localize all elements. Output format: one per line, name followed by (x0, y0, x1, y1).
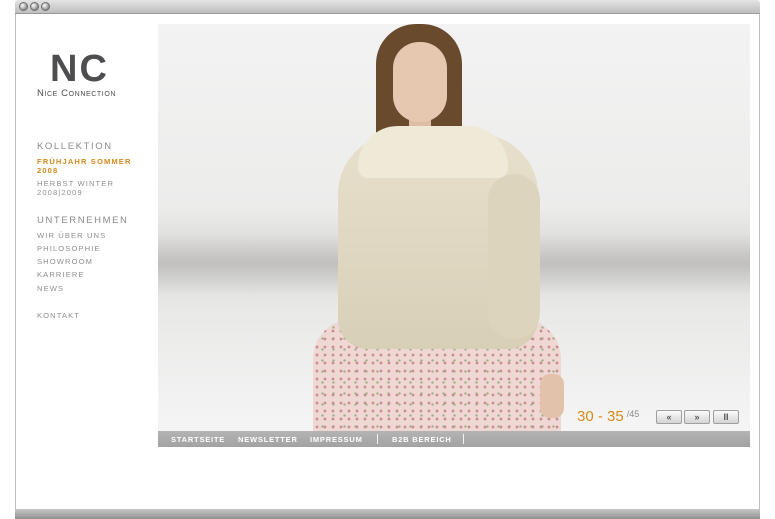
nav-heading-unternehmen[interactable]: UNTERNEHMEN (37, 215, 129, 226)
nav-item-karriere[interactable]: KARRIERE (37, 270, 85, 279)
logo-mark[interactable]: NC (50, 50, 130, 88)
window-close-button[interactable] (19, 2, 28, 11)
nav-item-news[interactable]: NEWS (37, 284, 64, 293)
window-zoom-button[interactable] (41, 2, 50, 11)
window-bottom-bar (15, 509, 760, 519)
footer-divider (377, 434, 378, 444)
nav-item-label: 2008 (37, 166, 59, 175)
nav-item-wir-ueber-uns[interactable]: WIR ÜBER UNS (37, 231, 106, 240)
image-range: 30 - 35 (577, 408, 624, 425)
nav-item-philosophie[interactable]: PHILOSOPHIE (37, 244, 101, 253)
window-minimize-button[interactable] (30, 2, 39, 11)
image-counter: 30 - 35/45 (577, 408, 639, 426)
nav-item-label: HERBST WINTER (37, 179, 115, 188)
jacket-collar (358, 126, 508, 178)
pause-button[interactable]: II (713, 410, 739, 424)
footer-link-impressum[interactable]: IMPRESSUM (310, 435, 363, 444)
nav-item-showroom[interactable]: SHOWROOM (37, 257, 93, 266)
next-button[interactable]: » (684, 410, 710, 424)
nav-item-kontakt[interactable]: KONTAKT (37, 311, 80, 320)
nav-item-herbst-winter-2008-2009[interactable]: HERBST WINTER 2008|2009 (37, 179, 114, 197)
footer-link-b2b-bereich[interactable]: B2B BEREICH (392, 435, 452, 444)
logo-name[interactable]: Nice Connection (37, 88, 147, 99)
nav-heading-kollektion[interactable]: KOLLEKTION (37, 141, 113, 152)
model-face (393, 42, 447, 122)
model-hand (540, 374, 564, 418)
nav-item-label: 2008|2009 (37, 188, 83, 197)
previous-button[interactable]: « (656, 410, 682, 424)
footer-link-startseite[interactable]: STARTSEITE (171, 435, 225, 444)
footer-link-newsletter[interactable]: NEWSLETTER (238, 435, 298, 444)
image-total: /45 (626, 409, 640, 419)
footer-divider (463, 434, 464, 444)
footer-nav: STARTSEITE NEWSLETTER IMPRESSUM B2B BERE… (158, 431, 750, 447)
window-titlebar (15, 0, 760, 14)
nav-item-label: FRÜHJAHR SOMMER (37, 157, 132, 166)
nav-item-fruehjahr-sommer-2008[interactable]: FRÜHJAHR SOMMER 2008 (37, 157, 132, 175)
jacket-sleeve (488, 174, 540, 339)
collection-photo (158, 24, 750, 431)
